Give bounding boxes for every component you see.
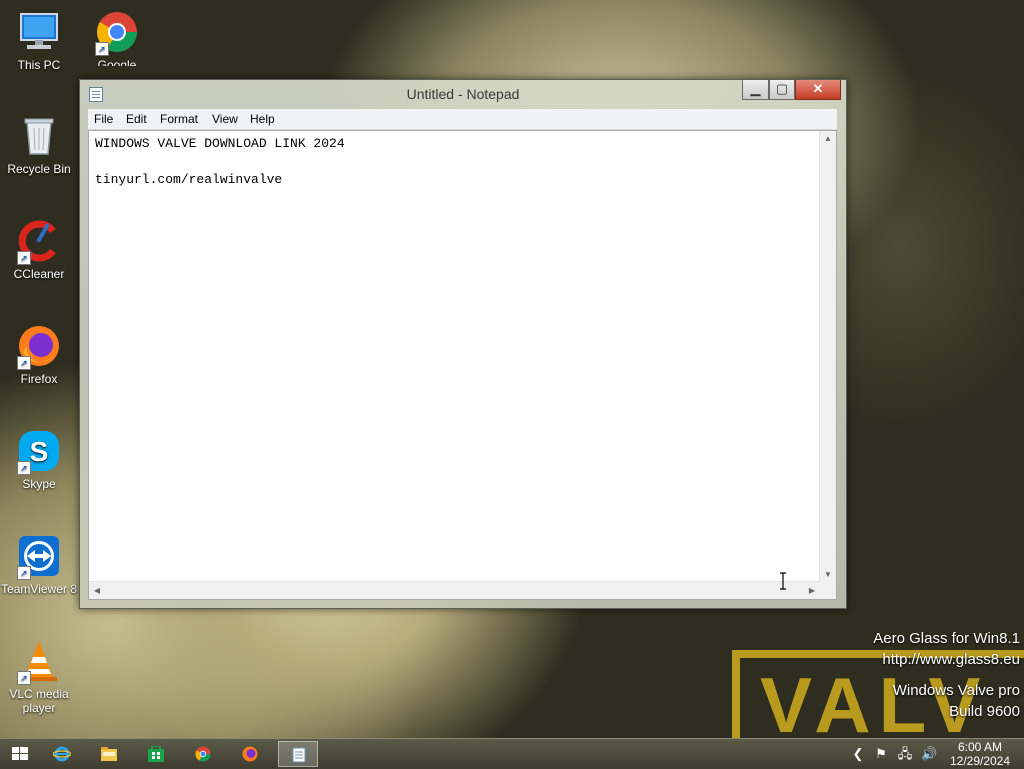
firefox-icon: ➚ bbox=[17, 324, 61, 370]
scroll-down-arrow-icon[interactable]: ▼ bbox=[820, 567, 836, 583]
watermark-line: http://www.glass8.eu bbox=[882, 651, 1020, 668]
desktop-icon-label: Recycle Bin bbox=[7, 162, 71, 176]
title-bar[interactable]: Untitled - Notepad ▁ ▢ ✕ bbox=[80, 80, 846, 108]
text-line: tinyurl.com/realwinvalve bbox=[95, 172, 283, 187]
menu-format[interactable]: Format bbox=[160, 112, 198, 126]
taskbar-firefox[interactable] bbox=[230, 741, 270, 767]
text-editor[interactable]: WINDOWS VALVE DOWNLOAD LINK 2024 tinyurl.… bbox=[88, 130, 837, 600]
desktop-icon-label: Google Chrome bbox=[97, 58, 137, 66]
svg-text:S: S bbox=[30, 436, 49, 467]
watermark-line: Windows Valve pro bbox=[892, 682, 1020, 699]
skype-icon: S ➚ bbox=[17, 429, 61, 475]
desktop-icon-vlc[interactable]: ➚ VLC media player bbox=[0, 639, 78, 715]
desktop-icon-firefox[interactable]: ➚ Firefox bbox=[0, 324, 78, 386]
vertical-scrollbar[interactable]: ▲ ▼ bbox=[819, 131, 836, 583]
menu-view[interactable]: View bbox=[212, 112, 238, 126]
shortcut-arrow-icon: ➚ bbox=[17, 356, 31, 370]
shortcut-arrow-icon: ➚ bbox=[95, 42, 109, 56]
resize-grip[interactable] bbox=[820, 582, 836, 599]
clock-date: 12/29/2024 bbox=[949, 754, 1011, 768]
shortcut-arrow-icon: ➚ bbox=[17, 251, 31, 265]
teamviewer-icon: ➚ bbox=[17, 534, 61, 580]
show-hidden-icons-chevron-icon[interactable]: ❮ bbox=[850, 746, 866, 762]
menu-edit[interactable]: Edit bbox=[126, 112, 147, 126]
watermark-line: Aero Glass for Win8.1 bbox=[873, 630, 1020, 647]
volume-icon[interactable]: 🔊 bbox=[921, 746, 937, 762]
taskbar-file-explorer[interactable] bbox=[89, 741, 129, 767]
minimize-button[interactable]: ▁ bbox=[742, 80, 769, 100]
shortcut-arrow-icon: ➚ bbox=[17, 671, 31, 685]
taskbar-clock[interactable]: 6:00 AM 12/29/2024 bbox=[946, 740, 1014, 768]
vlc-cone-icon: ➚ bbox=[17, 639, 61, 685]
start-button[interactable] bbox=[0, 741, 40, 767]
ccleaner-icon: ➚ bbox=[17, 219, 61, 265]
desktop-icon-ccleaner[interactable]: ➚ CCleaner bbox=[0, 219, 78, 281]
taskbar-chrome[interactable] bbox=[183, 741, 223, 767]
scroll-right-arrow-icon[interactable]: ▶ bbox=[804, 582, 820, 599]
desktop-icon-this-pc[interactable]: This PC bbox=[0, 10, 78, 72]
desktop-icon-label: This PC bbox=[17, 58, 61, 72]
network-icon[interactable]: 🖧 bbox=[897, 746, 913, 762]
taskbar-notepad[interactable] bbox=[278, 741, 318, 767]
recycle-bin-icon bbox=[17, 114, 61, 158]
maximize-button[interactable]: ▢ bbox=[769, 80, 795, 100]
editor-text[interactable]: WINDOWS VALVE DOWNLOAD LINK 2024 tinyurl.… bbox=[95, 135, 345, 189]
taskbar-internet-explorer[interactable] bbox=[42, 741, 82, 767]
shortcut-arrow-icon: ➚ bbox=[17, 566, 31, 580]
desktop-icon-label: CCleaner bbox=[13, 267, 65, 281]
desktop-icon-label: TeamViewer 8 bbox=[1, 582, 77, 596]
notepad-window[interactable]: Untitled - Notepad ▁ ▢ ✕ File Edit Forma… bbox=[79, 79, 847, 609]
file-explorer-icon bbox=[101, 747, 117, 761]
taskbar-store[interactable] bbox=[136, 741, 176, 767]
clock-time: 6:00 AM bbox=[957, 740, 1003, 754]
desktop-icon-skype[interactable]: S ➚ Skype bbox=[0, 429, 78, 491]
desktop-icon-label: VLC media player bbox=[9, 687, 69, 715]
aero-glass-watermark: Aero Glass for Win8.1 http://www.glass8.… bbox=[873, 628, 1020, 722]
start-icon bbox=[12, 747, 28, 760]
shortcut-arrow-icon: ➚ bbox=[17, 461, 31, 475]
action-center-flag-icon[interactable]: ⚑ bbox=[873, 746, 889, 762]
desktop-icon-google-chrome[interactable]: ➚ Google Chrome bbox=[78, 10, 156, 66]
desktop-icon-teamviewer[interactable]: ➚ TeamViewer 8 bbox=[0, 534, 78, 596]
window-title: Untitled - Notepad bbox=[406, 86, 520, 102]
close-button[interactable]: ✕ bbox=[795, 80, 841, 100]
firefox-icon bbox=[242, 746, 258, 762]
scroll-up-arrow-icon[interactable]: ▲ bbox=[820, 131, 836, 147]
desktop-icon-label: Skype bbox=[22, 477, 56, 491]
horizontal-scrollbar[interactable]: ◀ ▶ bbox=[89, 581, 820, 599]
scroll-left-arrow-icon[interactable]: ◀ bbox=[89, 582, 105, 599]
text-cursor-icon bbox=[779, 572, 787, 590]
watermark-line: Build 9600 bbox=[949, 703, 1020, 720]
desktop-icon-recycle-bin[interactable]: Recycle Bin bbox=[0, 114, 78, 176]
menu-file[interactable]: File bbox=[94, 112, 113, 126]
internet-explorer-icon bbox=[53, 746, 71, 762]
chrome-icon bbox=[195, 746, 211, 762]
chrome-icon: ➚ bbox=[95, 10, 139, 56]
desktop-icon-label: Firefox bbox=[20, 372, 58, 386]
store-icon bbox=[148, 746, 164, 762]
text-line: WINDOWS VALVE DOWNLOAD LINK 2024 bbox=[95, 136, 345, 151]
taskbar: ❮ ⚑ 🖧 🔊 6:00 AM 12/29/2024 bbox=[0, 738, 1024, 769]
notepad-icon bbox=[292, 747, 306, 763]
menu-help[interactable]: Help bbox=[250, 112, 275, 126]
this-pc-icon bbox=[17, 10, 61, 54]
menu-bar: File Edit Format View Help bbox=[88, 109, 837, 130]
